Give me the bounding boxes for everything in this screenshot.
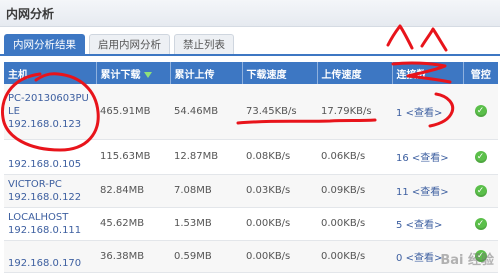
column-header-upload-speed[interactable]: 上传速度 <box>317 62 393 84</box>
control-cell: ✓ <box>463 84 498 140</box>
tab-block-list[interactable]: 禁止列表 <box>174 34 234 55</box>
annotation-caret-left <box>386 24 414 50</box>
connection-count: 16 <box>396 153 409 164</box>
download-speed-cell: 73.45KB/s <box>242 84 317 140</box>
total-download-cell: 465.91MB <box>96 84 170 140</box>
host-ip: 192.168.0.105 <box>8 158 82 170</box>
window-title-bar: 内网分析 <box>0 0 500 27</box>
host-cell: 192.168.0.170 <box>4 240 96 273</box>
column-header-download-speed[interactable]: 下载速度 <box>242 62 318 84</box>
view-connections-link[interactable]: <查看> <box>412 187 449 198</box>
download-speed-cell: 0.00KB/s <box>242 240 317 273</box>
connections-cell: 11 <查看> <box>392 174 463 208</box>
total-upload-cell: 7.08MB <box>170 174 242 208</box>
table-row: 192.168.0.105 115.63MB 12.87MB 0.08KB/s … <box>4 139 498 175</box>
upload-speed-cell: 0.00KB/s <box>317 207 392 241</box>
tab-lan-analysis-result[interactable]: 内网分析结果 <box>4 34 85 55</box>
total-upload-cell: 54.46MB <box>170 84 242 140</box>
upload-speed-cell: 17.79KB/s <box>317 84 392 140</box>
connections-cell: 1 <查看> <box>392 84 463 140</box>
check-circle-icon[interactable]: ✓ <box>474 184 487 197</box>
table-row: LOCALHOST 192.168.0.111 45.62MB 1.53MB 0… <box>4 207 498 241</box>
host-cell: PC-20130603PU LE 192.168.0.123 <box>4 84 96 140</box>
control-cell: ✓ <box>463 139 498 175</box>
host-ip: 192.168.0.111 <box>8 224 82 236</box>
tab-underline <box>0 54 500 56</box>
total-upload-cell: 0.59MB <box>170 240 242 273</box>
host-ip: 192.168.0.170 <box>8 257 82 269</box>
connection-count: 1 <box>396 107 403 119</box>
column-header-host[interactable]: 主机 <box>4 62 97 84</box>
host-cell: 192.168.0.105 <box>4 139 96 175</box>
connection-count: 11 <box>396 187 409 198</box>
check-circle-icon[interactable]: ✓ <box>474 217 487 230</box>
total-download-cell: 82.84MB <box>96 174 170 208</box>
total-upload-cell: 12.87MB <box>170 139 242 175</box>
total-upload-cell: 1.53MB <box>170 207 242 241</box>
total-download-cell: 115.63MB <box>96 139 170 175</box>
window-title: 内网分析 <box>6 7 55 21</box>
connection-count: 0 <box>396 252 403 264</box>
upload-speed-cell: 0.06KB/s <box>317 139 392 175</box>
view-connections-link[interactable]: <查看> <box>406 108 443 119</box>
table-row: PC-20130603PU LE 192.168.0.123 465.91MB … <box>4 84 498 140</box>
check-circle-icon[interactable]: ✓ <box>474 105 487 118</box>
upload-speed-cell: 0.00KB/s <box>317 240 392 273</box>
column-header-total-upload[interactable]: 累计上传 <box>170 62 243 84</box>
view-connections-link[interactable]: <查看> <box>412 153 449 164</box>
connections-cell: 5 <查看> <box>392 207 463 241</box>
tab-bar: 内网分析结果 启用内网分析 禁止列表 <box>4 34 234 55</box>
total-download-cell: 36.38MB <box>96 240 170 273</box>
download-speed-cell: 0.03KB/s <box>242 174 317 208</box>
host-ip: 192.168.0.122 <box>8 191 82 203</box>
table-row: VICTOR-PC 192.168.0.122 82.84MB 7.08MB 0… <box>4 174 498 208</box>
column-header-control: 管控 <box>463 62 498 84</box>
sort-down-icon <box>143 71 152 78</box>
host-name: LOCALHOST <box>8 211 69 223</box>
upload-speed-cell: 0.09KB/s <box>317 174 392 208</box>
host-cell: LOCALHOST 192.168.0.111 <box>4 207 96 241</box>
host-ip: 192.168.0.123 <box>8 118 82 130</box>
connection-count: 5 <box>396 220 403 231</box>
check-circle-icon[interactable]: ✓ <box>474 150 487 163</box>
table-row: 192.168.0.170 36.38MB 0.59MB 0.00KB/s 0.… <box>4 240 498 273</box>
watermark-logo: Bai 经验 <box>440 253 494 268</box>
host-name: PC-20130603PU LE <box>8 92 89 117</box>
connections-cell: 16 <查看> <box>392 139 463 175</box>
column-header-total-download[interactable]: 累计下载 <box>96 62 171 84</box>
host-name: VICTOR-PC <box>8 178 62 190</box>
download-speed-cell: 0.08KB/s <box>242 139 317 175</box>
annotation-caret-right <box>420 27 448 52</box>
table-header-row: 主机 累计下载 累计上传 下载速度 上传速度 连接数 管控 <box>4 62 498 84</box>
download-speed-cell: 0.00KB/s <box>242 207 317 241</box>
view-connections-link[interactable]: <查看> <box>406 220 443 231</box>
view-connections-link[interactable]: <查看> <box>406 253 443 264</box>
control-cell: ✓ <box>463 174 498 208</box>
host-cell: VICTOR-PC 192.168.0.122 <box>4 174 96 208</box>
host-table: 主机 累计下载 累计上传 下载速度 上传速度 连接数 管控 PC-2013060… <box>4 62 498 273</box>
total-download-cell: 45.62MB <box>96 207 170 241</box>
column-header-connections[interactable]: 连接数 <box>392 62 464 84</box>
control-cell: ✓ <box>463 207 498 241</box>
tab-enable-lan-analysis[interactable]: 启用内网分析 <box>89 34 170 55</box>
